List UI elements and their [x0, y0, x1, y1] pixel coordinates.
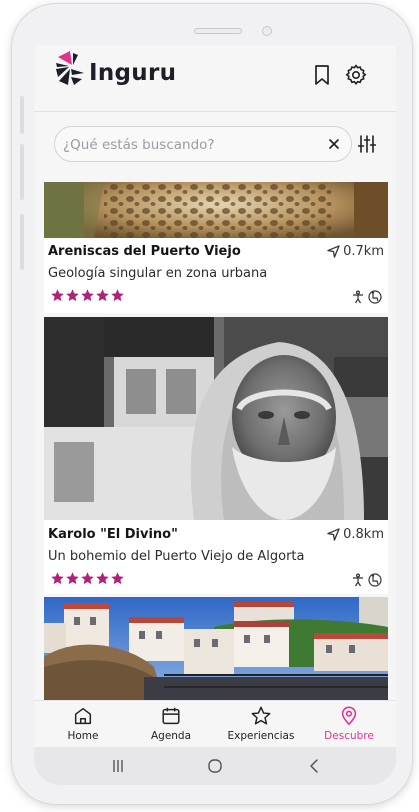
- volume-button: [20, 96, 24, 134]
- recent-apps-icon[interactable]: [109, 757, 127, 775]
- logo-mark-icon: [56, 51, 84, 85]
- header-divider: [34, 111, 396, 112]
- calendar-icon: [162, 707, 180, 725]
- navigation-arrow-icon: [327, 245, 340, 258]
- star-icon: [66, 289, 79, 302]
- place-photo: [44, 317, 388, 520]
- bookmark-icon[interactable]: [310, 63, 334, 87]
- accessibility-badges: [351, 573, 382, 587]
- star-outline-icon: [251, 706, 271, 725]
- close-icon[interactable]: [325, 135, 343, 153]
- rating-stars: [50, 288, 125, 303]
- system-navigation-bar: [34, 747, 396, 785]
- gear-icon[interactable]: [344, 63, 368, 87]
- speaker-grille: [194, 28, 242, 34]
- accessibility-icon: [353, 290, 363, 304]
- star-icon: [111, 289, 124, 302]
- bottom-tab-bar: Home Agenda Experiencias Descubre: [34, 700, 396, 746]
- distance-value: 0.8km: [343, 527, 384, 542]
- discover-feed[interactable]: Areniscas del Puerto Viejo 0.7km Geologí…: [44, 182, 388, 700]
- star-icon: [81, 289, 94, 302]
- place-title: Karolo "El Divino": [48, 527, 178, 542]
- tab-label: Descubre: [324, 730, 374, 742]
- place-photo: [44, 182, 388, 238]
- navigation-arrow-icon: [327, 528, 340, 541]
- home-icon: [74, 707, 92, 725]
- search-input[interactable]: [63, 134, 303, 156]
- rating-stars: [50, 571, 125, 586]
- app-screen: Inguru ¿Qué estás buscando? Areniscas de…: [34, 45, 396, 785]
- tab-agenda[interactable]: Agenda: [126, 705, 216, 742]
- app-logo[interactable]: Inguru: [54, 51, 176, 87]
- tab-label: Experiencias: [227, 730, 295, 742]
- star-icon: [81, 572, 94, 585]
- place-card[interactable]: Areniscas del Puerto Viejo 0.7km Geologí…: [44, 182, 388, 313]
- place-title: Areniscas del Puerto Viejo: [48, 244, 241, 259]
- place-distance: 0.7km: [327, 244, 384, 259]
- wheelchair-icon: [368, 573, 382, 587]
- place-card[interactable]: Karolo "El Divino" 0.8km Un bohemio del …: [44, 317, 388, 594]
- app-name: Inguru: [89, 60, 177, 86]
- accessibility-badges: [351, 290, 382, 304]
- filter-sliders-icon[interactable]: [358, 134, 376, 154]
- tab-experiencias[interactable]: Experiencias: [216, 705, 306, 742]
- front-camera: [262, 26, 272, 36]
- star-icon: [96, 572, 109, 585]
- place-card[interactable]: [44, 597, 388, 700]
- tab-descubre[interactable]: Descubre: [304, 705, 394, 742]
- star-icon: [111, 572, 124, 585]
- place-subtitle: Un bohemio del Puerto Viejo de Algorta: [48, 549, 305, 564]
- accessibility-icon: [353, 573, 363, 587]
- star-icon: [66, 572, 79, 585]
- star-icon: [51, 289, 64, 302]
- tab-label: Agenda: [150, 730, 192, 742]
- back-icon[interactable]: [306, 757, 324, 775]
- distance-value: 0.7km: [343, 244, 384, 259]
- app-header: Inguru: [34, 45, 396, 109]
- search-bar[interactable]: [54, 126, 352, 162]
- home-circle-icon[interactable]: [206, 757, 224, 775]
- location-pin-icon: [341, 706, 357, 726]
- power-button: [20, 214, 24, 270]
- star-icon: [96, 289, 109, 302]
- wheelchair-icon: [368, 290, 382, 304]
- star-icon: [51, 572, 64, 585]
- volume-button: [20, 144, 24, 200]
- place-photo: [44, 597, 388, 700]
- place-subtitle: Geología singular en zona urbana: [48, 266, 268, 281]
- tab-label: Home: [67, 730, 99, 742]
- tab-home[interactable]: Home: [38, 705, 128, 742]
- place-distance: 0.8km: [327, 527, 384, 542]
